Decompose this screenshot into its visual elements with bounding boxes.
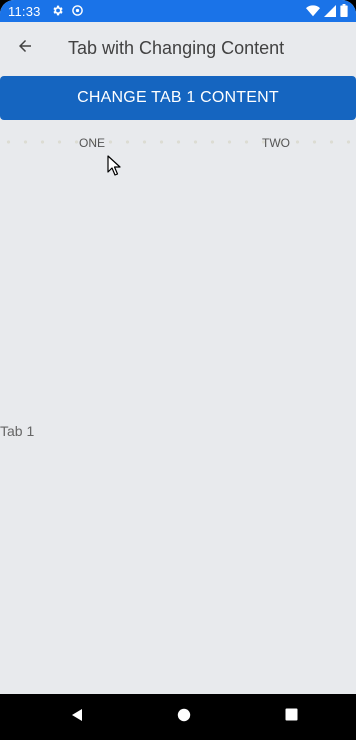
settings-icon <box>51 4 64 17</box>
page-title: Tab with Changing Content <box>68 38 285 58</box>
app-bar: Tab with Changing Content <box>0 22 356 74</box>
status-time: 11:33 <box>8 4 41 19</box>
nav-home-icon <box>177 708 191 727</box>
tab-content: Tab 1 <box>0 160 356 694</box>
tab-strip: ONE TWO <box>0 128 356 158</box>
status-bar: 11:33 <box>0 0 356 22</box>
mouse-pointer-icon <box>107 155 121 177</box>
nav-back-button[interactable] <box>68 708 86 726</box>
tab-strip-dots <box>0 140 356 144</box>
phone-screen: 11:33 Tab with Changing Content CHANGE T… <box>0 0 356 740</box>
battery-icon <box>340 4 348 17</box>
tab-content-text: Tab 1 <box>0 423 35 439</box>
cellular-signal-icon <box>324 4 336 17</box>
data-saver-icon <box>71 4 84 17</box>
nav-recents-button[interactable] <box>282 708 300 726</box>
tab-two[interactable]: TWO <box>262 136 290 150</box>
nav-recents-icon <box>285 708 298 726</box>
back-button[interactable] <box>12 35 38 61</box>
tab-one[interactable]: ONE <box>79 136 105 150</box>
status-icons-right <box>306 4 348 17</box>
status-icons-left <box>51 4 84 17</box>
wifi-icon <box>306 4 320 17</box>
arrow-back-icon <box>16 37 34 60</box>
navigation-bar <box>0 694 356 740</box>
nav-home-button[interactable] <box>175 708 193 726</box>
change-tab-content-button[interactable]: CHANGE TAB 1 CONTENT <box>0 76 356 120</box>
nav-back-icon <box>70 708 84 727</box>
